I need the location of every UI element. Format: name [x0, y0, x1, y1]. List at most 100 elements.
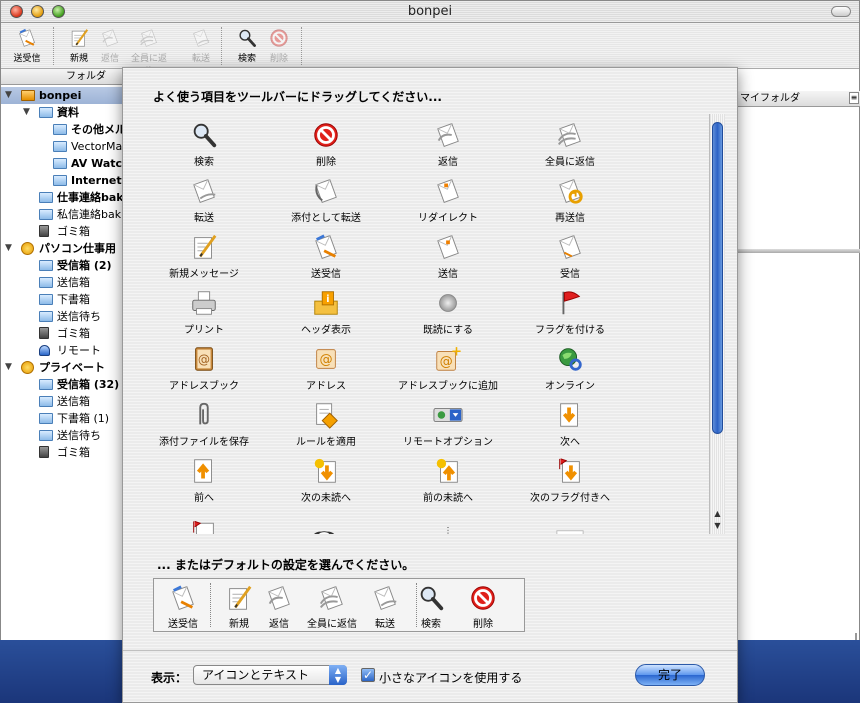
- disclosure-triangle-icon[interactable]: ▼: [23, 104, 30, 121]
- palette-item-next-unread[interactable]: 次の未読へ: [265, 450, 387, 506]
- folder-item[interactable]: ▼ プライベート: [1, 359, 125, 376]
- folder-item[interactable]: 下書箱: [1, 291, 125, 308]
- palette-item-send-receive[interactable]: 送受信: [265, 226, 387, 282]
- palette-item-label: リダイレクト: [418, 213, 478, 224]
- folder-item[interactable]: InternetW: [1, 172, 134, 189]
- palette-item-space-item[interactable]: [387, 506, 509, 534]
- palette-item-new-message[interactable]: 新規メッセージ: [143, 226, 265, 282]
- send-icon: [432, 232, 464, 262]
- palette-item-online[interactable]: オンライン: [509, 338, 631, 394]
- folder-item[interactable]: ゴミ箱: [1, 325, 125, 342]
- folder-item[interactable]: 送信待ち: [1, 308, 125, 325]
- small-icons-checkbox[interactable]: ✓: [361, 668, 375, 682]
- folder-item[interactable]: その他メルマガ: [1, 121, 148, 138]
- disclosure-triangle-icon[interactable]: ▼: [5, 87, 12, 104]
- folder-item[interactable]: リモート: [1, 342, 125, 359]
- new-message-icon: [68, 27, 90, 49]
- folder-item[interactable]: 送信待ち: [1, 427, 125, 444]
- disclosure-triangle-icon[interactable]: ▼: [5, 359, 12, 376]
- scroll-up-arrow-icon[interactable]: ▲: [712, 508, 723, 519]
- palette-item-resend[interactable]: 再送信: [509, 170, 631, 226]
- palette-scroll-thumb[interactable]: [712, 122, 723, 434]
- popup-arrows-icon: ▲ ▼: [329, 665, 347, 685]
- folder-item[interactable]: 私信連絡bak: [1, 206, 125, 223]
- folder-item[interactable]: ▼ 資料: [1, 104, 125, 121]
- palette-item-flexible-space[interactable]: [509, 506, 631, 534]
- address-icon: @: [310, 344, 342, 374]
- display-mode-popup[interactable]: アイコンとテキスト ▲ ▼: [193, 665, 347, 685]
- palette-item-send[interactable]: 送信: [387, 226, 509, 282]
- palette-item-address[interactable]: @ アドレス: [265, 338, 387, 394]
- folder-item[interactable]: ゴミ箱: [1, 223, 125, 240]
- scroll-down-arrow-icon[interactable]: ▼: [712, 520, 723, 531]
- toolbar-delete-button[interactable]: 削除: [259, 27, 299, 64]
- folder-item[interactable]: 受信箱 (2): [1, 257, 125, 274]
- folder-item[interactable]: ▼ パソコン仕事用: [1, 240, 125, 257]
- my-folder-header[interactable]: マイフォルダ ≡: [737, 91, 860, 107]
- palette-item-reply[interactable]: 返信: [387, 114, 509, 170]
- folder-item[interactable]: 送信箱: [1, 393, 125, 410]
- default-item-delete: 削除: [458, 583, 508, 630]
- folder-item[interactable]: 送信箱: [1, 274, 125, 291]
- folder-item[interactable]: AV Watch: [1, 155, 130, 172]
- palette-item-remote-option[interactable]: リモートオプション: [387, 394, 509, 450]
- title-bar[interactable]: bonpei: [1, 1, 859, 23]
- folder-icon: [39, 277, 53, 288]
- palette-item-next[interactable]: 次へ: [509, 394, 631, 450]
- palette-item-mark-read[interactable]: 既読にする: [387, 282, 509, 338]
- toolbar-separator: [53, 27, 54, 65]
- new-message-icon: [188, 232, 220, 262]
- done-button[interactable]: 完了: [635, 664, 705, 686]
- default-set-separator: [416, 583, 417, 627]
- palette-item-label: 次へ: [560, 437, 580, 448]
- toolbar-send-receive-button[interactable]: 送受信: [7, 27, 47, 64]
- palette-item-delete[interactable]: 削除: [265, 114, 387, 170]
- folder-label: プライベート: [39, 361, 105, 374]
- toolbar-separator: [221, 27, 222, 65]
- palette-item-search[interactable]: 検索: [143, 114, 265, 170]
- folder-item[interactable]: 仕事連絡bak: [1, 189, 125, 206]
- palette-item-address-book[interactable]: @ アドレスブック: [143, 338, 265, 394]
- default-item-reply: 返信: [254, 583, 304, 630]
- palette-item-flag[interactable]: フラグを付ける: [509, 282, 631, 338]
- pane-splitter[interactable]: [737, 249, 860, 253]
- palette-item-label: 検索: [194, 157, 214, 168]
- toolbar-toggle-button[interactable]: [831, 6, 851, 17]
- toolbar-reply-button[interactable]: 返信: [90, 27, 130, 64]
- palette-item-forward-attachment[interactable]: 添付として転送: [265, 170, 387, 226]
- default-item-label: 転送: [375, 619, 395, 630]
- small-icons-label[interactable]: 小さなアイコンを使用する: [379, 669, 522, 686]
- palette-item-next-flagged[interactable]: 次のフラグ付きへ: [509, 450, 631, 506]
- folder-item[interactable]: 受信箱 (32): [1, 376, 125, 393]
- disclosure-triangle-icon[interactable]: ▼: [5, 240, 12, 257]
- palette-item-add-address[interactable]: @ + アドレスブックに追加: [387, 338, 509, 394]
- palette-item-forward[interactable]: 転送: [143, 170, 265, 226]
- palette-item-previous-flagged[interactable]: [143, 506, 265, 534]
- default-toolbar-set[interactable]: 送受信 新規 返信 全員に返信 転送 検索 削除: [153, 578, 525, 632]
- new-message-icon: [224, 583, 254, 613]
- palette-item-reply-all[interactable]: 全員に返信: [509, 114, 631, 170]
- customize-toolbar-sheet: よく使う項目をツールバーにドラッグしてください... 検索 削除 返信 全員に返信 転送…: [122, 67, 738, 703]
- folder-label: ゴミ箱: [57, 225, 90, 238]
- palette-item-header-info[interactable]: i ヘッダ表示: [265, 282, 387, 338]
- palette-item-paperclip[interactable]: 添付ファイルを保存: [143, 394, 265, 450]
- folder-item[interactable]: 下書箱 (1): [1, 410, 125, 427]
- palette-item-redirect[interactable]: リダイレクト: [387, 170, 509, 226]
- folder-item[interactable]: ▼ bonpei: [1, 87, 125, 104]
- palette-item-label: アドレス: [306, 381, 346, 392]
- palette-item-previous-unread[interactable]: 前の未読へ: [387, 450, 509, 506]
- folder-icon: [39, 430, 53, 441]
- folder-item[interactable]: VectorMa: [1, 138, 125, 155]
- palette-item-separator-item[interactable]: [265, 506, 387, 534]
- palette-item-apply-rule[interactable]: ルールを適用: [265, 394, 387, 450]
- separator-item-icon: [310, 512, 342, 534]
- folder-item[interactable]: ゴミ箱: [1, 444, 125, 461]
- palette-item-printer[interactable]: プリント: [143, 282, 265, 338]
- column-options-icon[interactable]: ≡: [849, 92, 859, 104]
- palette-scrollbar[interactable]: ▲ ▼: [709, 114, 725, 534]
- palette-item-previous[interactable]: 前へ: [143, 450, 265, 506]
- previous-flagged-icon: [188, 512, 220, 534]
- palette-item-receive[interactable]: 受信: [509, 226, 631, 282]
- toolbar-forward-button[interactable]: 転送: [181, 27, 221, 64]
- folder-icon: [53, 175, 67, 186]
